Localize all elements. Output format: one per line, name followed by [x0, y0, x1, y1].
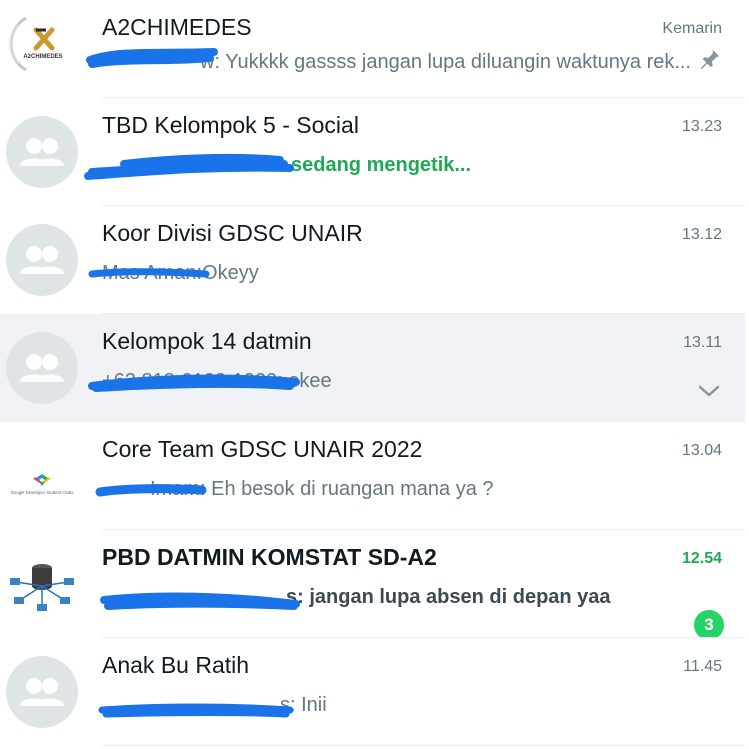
group-default-icon — [20, 678, 64, 706]
preview-text: Yukkkk gassss jangan lupa diluangin wakt… — [225, 51, 692, 73]
scrollbar[interactable] — [745, 0, 749, 749]
group-default-icon — [20, 354, 64, 382]
preview-text: Inii — [301, 694, 327, 716]
group-avatar: A2CHIMEDES — [6, 8, 78, 80]
row-divider — [102, 745, 745, 746]
group-avatar: Google Developer Student Clubs — [6, 440, 78, 512]
database-network-icon — [10, 564, 74, 611]
chat-time: 13.23 — [681, 118, 722, 135]
chat-item-anak-bu-ratih[interactable]: Anak Bu Ratih 11.45 s: Inii — [0, 638, 749, 746]
preview-text: Eh besok di ruangan mana ya ? — [211, 478, 494, 500]
chat-time: 13.04 — [681, 442, 722, 459]
gdsc-logo-icon: Google Developer Student Clubs — [11, 474, 74, 495]
svg-text:Google Developer Student Clubs: Google Developer Student Clubs — [11, 490, 74, 495]
group-avatar — [6, 548, 78, 620]
chat-title: Core Team GDSC UNAIR 2022 — [102, 436, 423, 462]
chat-item-kelompok-14-datmin[interactable]: Kelompok 14 datmin 13.11 +62 818-0128-19… — [0, 314, 749, 422]
group-default-icon — [20, 246, 64, 274]
chat-time: 13.11 — [683, 334, 722, 351]
chat-item-core-team-gdsc[interactable]: Google Developer Student Clubs Core Team… — [0, 422, 749, 530]
chat-list: A2CHIMEDES A2CHIMEDES Kemarin w: Yukkkk … — [0, 0, 749, 749]
chat-time: Kemarin — [662, 20, 722, 37]
chat-title: Kelompok 14 datmin — [102, 328, 312, 354]
redaction-scribble — [84, 153, 294, 180]
chat-item-koor-divisi-gdsc[interactable]: Koor Divisi GDSC UNAIR 13.12 Mas Aman:Ok… — [0, 206, 749, 314]
a2chimedes-logo-icon: A2CHIMEDES — [9, 16, 63, 72]
typing-indicator: sedang mengetik... — [291, 154, 472, 176]
group-avatar — [6, 116, 78, 188]
chat-title: Koor Divisi GDSC UNAIR — [102, 220, 363, 246]
chat-item-pbd-datmin-komstat[interactable]: PBD DATMIN KOMSTAT SD-A2 12.54 s: jangan… — [0, 530, 749, 640]
chat-time: 11.45 — [683, 658, 722, 675]
redaction-scribble — [95, 484, 207, 497]
preview-text: Okeyy — [202, 262, 259, 284]
chevron-down-icon[interactable] — [697, 382, 721, 400]
chat-preview: s: jangan lupa absen di depan yaa — [286, 586, 611, 609]
chat-title: PBD DATMIN KOMSTAT SD-A2 — [102, 544, 437, 570]
chat-title: TBD Kelompok 5 - Social — [102, 112, 359, 138]
group-avatar — [6, 332, 78, 404]
group-avatar — [6, 224, 78, 296]
redaction-scribble — [88, 268, 210, 278]
chat-item-tbd-kelompok-5[interactable]: TBD Kelompok 5 - Social 13.23 sedang men… — [0, 98, 749, 206]
chat-preview: sedang mengetik... — [291, 154, 471, 177]
unread-count-badge: 3 — [694, 610, 724, 640]
chat-preview: w: Yukkkk gassss jangan lupa diluangin w… — [200, 51, 691, 74]
chat-title: Anak Bu Ratih — [102, 652, 250, 678]
redaction-scribble — [100, 592, 300, 610]
redaction-scribble — [86, 48, 218, 68]
chat-item-a2chimedes[interactable]: A2CHIMEDES A2CHIMEDES Kemarin w: Yukkkk … — [0, 0, 749, 98]
svg-text:A2CHIMEDES: A2CHIMEDES — [23, 54, 62, 60]
redaction-scribble — [98, 703, 294, 718]
chat-time: 12.54 — [681, 550, 722, 567]
group-avatar — [6, 656, 78, 728]
preview-text: jangan lupa absen di depan yaa — [309, 586, 611, 608]
pin-icon[interactable] — [699, 48, 721, 70]
redaction-scribble — [88, 374, 300, 392]
chat-time: 13.12 — [681, 226, 722, 243]
chat-title: A2CHIMEDES — [102, 14, 252, 40]
group-default-icon — [20, 138, 64, 166]
